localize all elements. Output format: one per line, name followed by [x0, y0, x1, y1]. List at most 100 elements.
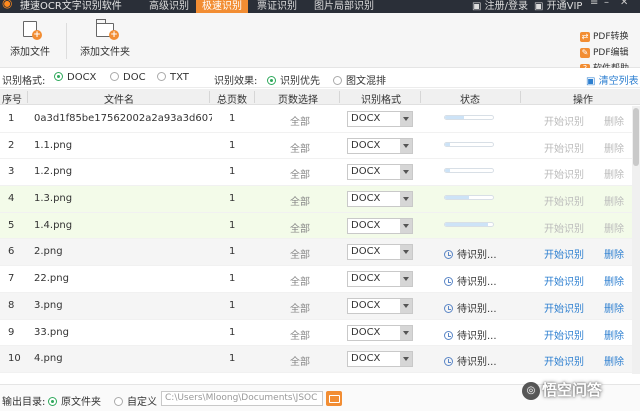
tab-fast[interactable]: 极速识别	[196, 0, 248, 13]
row-format-select[interactable]: DOCX	[347, 297, 413, 314]
chevron-down-icon	[400, 192, 412, 207]
delete-link[interactable]: 删除	[604, 113, 624, 128]
minimize-icon[interactable]: –	[604, 0, 609, 8]
row-pages: 1	[229, 353, 236, 365]
delete-link[interactable]: 删除	[604, 220, 624, 235]
close-icon[interactable]: ✕	[620, 0, 628, 8]
row-format-select[interactable]: DOCX	[347, 164, 413, 181]
row-page-select[interactable]: 全部	[290, 327, 310, 342]
output-custom-radio[interactable]: 自定义	[114, 393, 157, 408]
table-row[interactable]: 1 0a3d1f85be17562002a2a93a3d6074d... 1 全部 DO…	[0, 106, 640, 133]
progress-bar	[444, 195, 494, 201]
delete-link[interactable]: 删除	[604, 166, 624, 181]
progress-bar	[444, 141, 494, 147]
pdf-edit-link[interactable]: ✎ PDF编辑	[580, 45, 629, 61]
start-ocr-link[interactable]: 开始识别	[544, 353, 584, 368]
table-row[interactable]: 4 1.3.png 1 全部 DOCX 开始识别 删除	[0, 186, 640, 213]
format-value: DOCX	[351, 219, 381, 231]
delete-link[interactable]: 删除	[604, 273, 624, 288]
row-format-select[interactable]: DOCX	[347, 137, 413, 154]
start-ocr-link[interactable]: 开始识别	[544, 140, 584, 155]
row-page-select[interactable]: 全部	[290, 140, 310, 155]
table-row[interactable]: 9 33.png 1 全部 DOCX 待识别... 开始识别 删除	[0, 320, 640, 347]
scrollbar-thumb[interactable]	[633, 108, 639, 166]
delete-link[interactable]: 删除	[604, 246, 624, 261]
table-row[interactable]: 2 1.1.png 1 全部 DOCX 开始识别 删除	[0, 133, 640, 160]
delete-link[interactable]: 删除	[604, 140, 624, 155]
format-txt-radio[interactable]: TXT	[157, 72, 189, 83]
vip-button[interactable]: ▣ 开通VIP	[534, 0, 582, 12]
tab-advanced[interactable]: 高级识别	[143, 0, 195, 13]
output-path-input[interactable]: C:\Users\Mloong\Documents\JSOC	[161, 391, 323, 406]
pdf-convert-link[interactable]: ⇄ PDF转换	[580, 29, 629, 45]
row-page-select[interactable]: 全部	[290, 353, 310, 368]
delete-link[interactable]: 删除	[604, 353, 624, 368]
format-value: DOCX	[351, 166, 381, 178]
tab-partial[interactable]: 图片局部识别	[308, 0, 380, 13]
row-index: 3	[8, 166, 15, 178]
row-page-select[interactable]: 全部	[290, 113, 310, 128]
start-ocr-link[interactable]: 开始识别	[544, 327, 584, 342]
row-index: 9	[8, 326, 15, 338]
clock-icon	[444, 330, 453, 340]
add-folder-label: 添加文件夹	[80, 47, 130, 58]
clear-list-button[interactable]: ▣ 清空列表	[586, 72, 639, 87]
table-row[interactable]: 6 2.png 1 全部 DOCX 待识别... 开始识别 删除	[0, 239, 640, 267]
effect-mixed-radio[interactable]: 图文混排	[333, 72, 386, 87]
start-ocr-link[interactable]: 开始识别	[544, 166, 584, 181]
start-ocr-link[interactable]: 开始识别	[544, 113, 584, 128]
row-page-select[interactable]: 全部	[290, 220, 310, 235]
row-format-select[interactable]: DOCX	[347, 271, 413, 288]
row-format-select[interactable]: DOCX	[347, 191, 413, 208]
start-ocr-link[interactable]: 开始识别	[544, 193, 584, 208]
format-doc-radio[interactable]: DOC	[110, 72, 146, 83]
row-page-select[interactable]: 全部	[290, 193, 310, 208]
delete-link[interactable]: 删除	[604, 327, 624, 342]
chevron-down-icon	[400, 165, 412, 180]
effect-label: 识别效果:	[214, 76, 258, 87]
row-format-select[interactable]: DOCX	[347, 111, 413, 127]
header-divider	[520, 91, 521, 103]
row-page-select[interactable]: 全部	[290, 166, 310, 181]
row-format-select[interactable]: DOCX	[347, 351, 413, 368]
radio-icon	[333, 76, 342, 85]
row-page-select[interactable]: 全部	[290, 300, 310, 315]
row-format-select[interactable]: DOCX	[347, 324, 413, 341]
effect-priority-radio[interactable]: 识别优先	[267, 72, 320, 87]
start-ocr-link[interactable]: 开始识别	[544, 273, 584, 288]
row-format-select[interactable]: DOCX	[347, 244, 413, 261]
row-page-select[interactable]: 全部	[290, 273, 310, 288]
header-format: 识别格式	[361, 95, 401, 106]
chevron-down-icon	[400, 272, 412, 287]
clock-icon	[444, 357, 453, 367]
add-file-button[interactable]: + 添加文件	[10, 21, 50, 58]
chevron-down-icon	[400, 298, 412, 313]
row-index: 8	[8, 299, 15, 311]
login-button[interactable]: ▣ 注册/登录	[472, 0, 528, 12]
vertical-scrollbar[interactable]	[632, 106, 640, 374]
table-row[interactable]: 3 1.2.png 1 全部 DOCX 开始识别 删除	[0, 159, 640, 187]
row-format-select[interactable]: DOCX	[347, 217, 413, 234]
row-pages: 1	[229, 326, 236, 338]
row-page-select[interactable]: 全部	[290, 246, 310, 261]
table-row[interactable]: 8 3.png 1 全部 DOCX 待识别... 开始识别 删除	[0, 292, 640, 320]
delete-link[interactable]: 删除	[604, 300, 624, 315]
delete-link[interactable]: 删除	[604, 193, 624, 208]
table-row[interactable]: 5 1.4.png 1 全部 DOCX 开始识别 删除	[0, 212, 640, 240]
chevron-down-icon	[400, 245, 412, 260]
menu-icon[interactable]: ≡	[590, 0, 598, 8]
start-ocr-link[interactable]: 开始识别	[544, 246, 584, 261]
format-docx-radio[interactable]: DOCX	[54, 72, 96, 83]
row-filename: 1.1.png	[34, 139, 73, 151]
clock-icon	[444, 277, 453, 287]
output-original-radio[interactable]: 原文件夹	[48, 393, 101, 408]
status-waiting: 待识别...	[444, 327, 497, 342]
start-ocr-link[interactable]: 开始识别	[544, 300, 584, 315]
add-file-icon: +	[23, 21, 42, 40]
start-ocr-link[interactable]: 开始识别	[544, 220, 584, 235]
browse-folder-button[interactable]	[326, 391, 342, 406]
table-row[interactable]: 10 4.png 1 全部 DOCX 待识别... 开始识别 删除	[0, 346, 640, 373]
add-folder-button[interactable]: + 添加文件夹	[80, 19, 130, 58]
table-row[interactable]: 7 22.png 1 全部 DOCX 待识别... 开始识别 删除	[0, 266, 640, 293]
tab-certificate[interactable]: 票证识别	[251, 0, 303, 13]
